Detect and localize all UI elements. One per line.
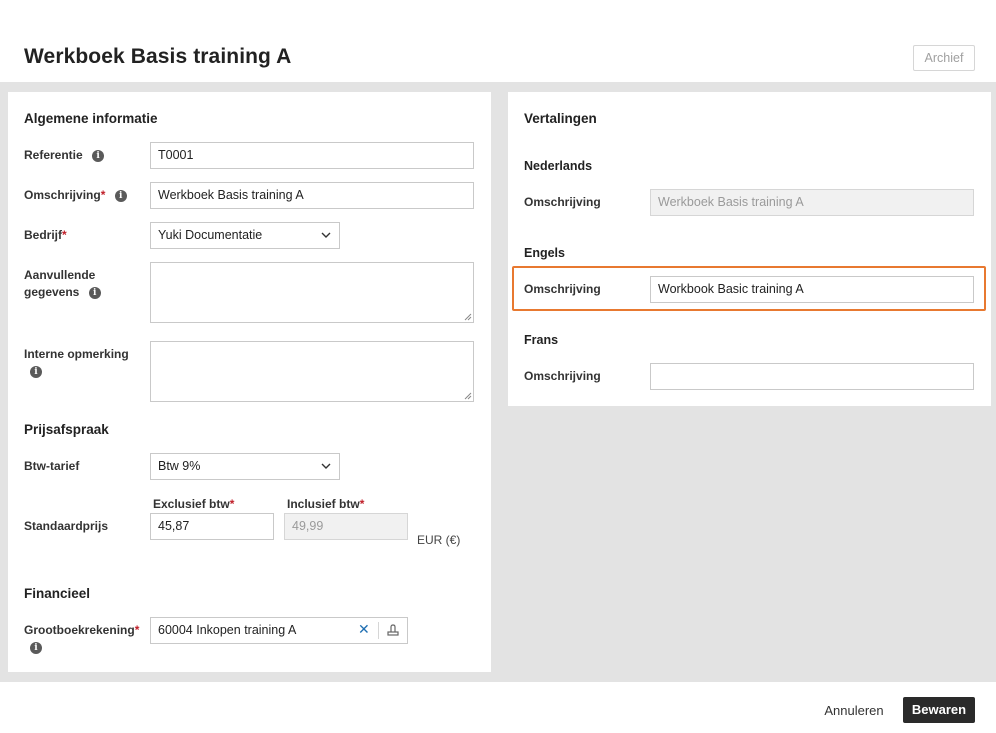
additional-textarea[interactable]	[150, 262, 474, 323]
additional-label-line2: gegevens	[24, 285, 80, 299]
reference-input[interactable]: T0001	[150, 142, 474, 169]
dutch-title: Nederlands	[524, 159, 593, 173]
resize-grip-icon[interactable]	[464, 392, 472, 400]
incl-vat-header-text: Inclusief btw	[287, 497, 360, 511]
additional-label: Aanvullende gegevens i	[24, 267, 101, 301]
translations-panel: Vertalingen Nederlands Omschrijving Werk…	[508, 92, 991, 406]
info-icon[interactable]: i	[30, 366, 42, 378]
french-description-input[interactable]	[650, 363, 974, 390]
internal-label-text: Interne opmerking	[24, 347, 129, 361]
required-mark: *	[134, 623, 140, 637]
description-label: Omschrijving* i	[24, 187, 127, 204]
ledger-lookup-value: 60004 Inkopen training A	[158, 623, 297, 637]
required-mark: *	[100, 188, 106, 202]
internal-textarea[interactable]	[150, 341, 474, 402]
vat-label: Btw-tarief	[24, 459, 80, 473]
incl-vat-input: 49,99	[284, 513, 408, 540]
required-mark: *	[62, 228, 67, 242]
french-description-label: Omschrijving	[524, 369, 601, 383]
excl-vat-input[interactable]: 45,87	[150, 513, 274, 540]
translations-section-title: Vertalingen	[524, 111, 597, 126]
company-label: Bedrijf*	[24, 227, 67, 244]
archive-button[interactable]: Archief	[913, 45, 975, 71]
dutch-description-label: Omschrijving	[524, 195, 601, 209]
required-mark: *	[359, 497, 365, 511]
internal-label: Interne opmerking i	[24, 346, 129, 380]
lookup-separator	[378, 622, 379, 639]
chevron-down-icon	[321, 232, 331, 238]
french-title: Frans	[524, 333, 559, 347]
page-title: Werkboek Basis training A	[24, 45, 292, 68]
additional-label-line1: Aanvullende	[24, 268, 96, 282]
info-icon[interactable]: i	[30, 642, 42, 654]
excl-vat-header: Exclusief btw*	[153, 497, 234, 511]
chevron-down-icon	[321, 463, 331, 469]
dutch-description-input: Werkboek Basis training A	[650, 189, 974, 216]
general-panel: Algemene informatie Referentie i T0001 O…	[8, 92, 491, 672]
page-header: Werkboek Basis training A Archief	[0, 0, 996, 82]
info-icon[interactable]: i	[92, 150, 105, 162]
reference-label-text: Referentie	[24, 148, 83, 162]
english-title: Engels	[524, 246, 565, 260]
info-icon[interactable]: i	[114, 190, 127, 202]
company-select[interactable]: Yuki Documentatie	[150, 222, 340, 249]
cancel-button[interactable]: Annuleren	[818, 698, 890, 724]
reference-label: Referentie i	[24, 147, 105, 164]
financial-section-title: Financieel	[24, 586, 91, 601]
company-label-text: Bedrijf	[24, 228, 63, 242]
description-input[interactable]: Werkboek Basis training A	[150, 182, 474, 209]
vat-select-value: Btw 9%	[158, 459, 201, 473]
company-select-value: Yuki Documentatie	[158, 228, 263, 242]
highlight-box	[512, 266, 986, 311]
description-label-text: Omschrijving	[24, 188, 101, 202]
close-icon[interactable]: ✕	[358, 621, 370, 638]
ledger-label: Grootboekrekening* i	[24, 622, 139, 656]
general-section-title: Algemene informatie	[24, 111, 158, 126]
ledger-label-text: Grootboekrekening	[24, 623, 135, 637]
currency-label: EUR (€)	[417, 533, 461, 547]
standard-price-label: Standaardprijs	[24, 519, 109, 533]
vat-select[interactable]: Btw 9%	[150, 453, 340, 480]
lookup-icon[interactable]	[386, 623, 400, 637]
excl-vat-header-text: Exclusief btw	[153, 497, 230, 511]
incl-vat-header: Inclusief btw*	[287, 497, 364, 511]
resize-grip-icon[interactable]	[464, 313, 472, 321]
info-icon[interactable]: i	[88, 287, 101, 299]
required-mark: *	[229, 497, 235, 511]
pricing-section-title: Prijsafspraak	[24, 422, 109, 437]
save-button[interactable]: Bewaren	[903, 697, 975, 723]
